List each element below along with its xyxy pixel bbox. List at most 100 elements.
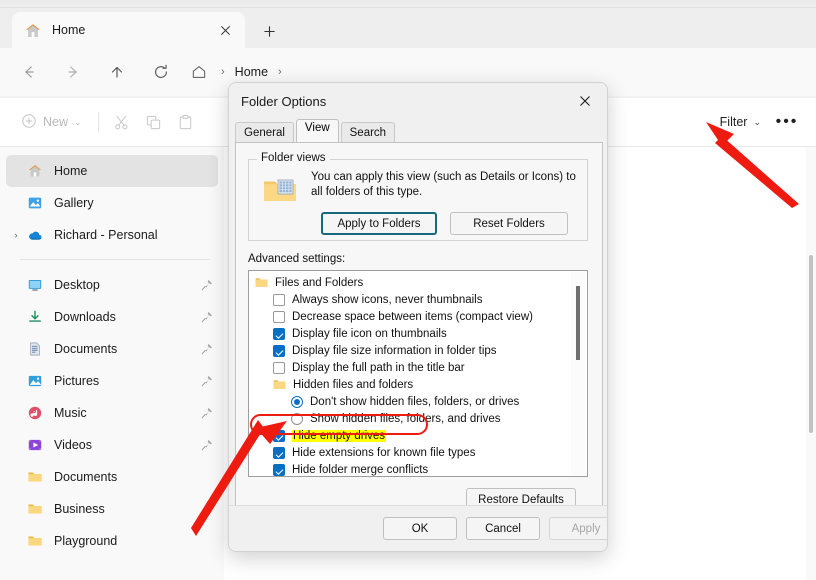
radio-button[interactable]: [291, 396, 303, 408]
sidebar-item-documents[interactable]: Documents: [6, 461, 218, 493]
screenshot-root: Home: [0, 0, 816, 580]
chevron-down-icon: ⌄: [753, 117, 761, 128]
close-icon[interactable]: [563, 86, 607, 116]
breadcrumb-separator-2[interactable]: ›: [273, 66, 287, 78]
pin-icon[interactable]: [196, 375, 218, 387]
sidebar-item-gallery[interactable]: Gallery: [6, 187, 218, 219]
content-scrollbar[interactable]: [806, 147, 816, 580]
up-button[interactable]: [100, 55, 134, 89]
display-the-full-path-in-the-title-bar-checkbox[interactable]: Display the full path in the title bar: [249, 359, 587, 376]
new-button-label: New: [43, 115, 68, 129]
sidebar-item-label: Documents: [54, 342, 196, 356]
cancel-button[interactable]: Cancel: [466, 517, 540, 540]
sidebar-item-business[interactable]: Business: [6, 493, 218, 525]
checkbox[interactable]: [273, 311, 285, 323]
copy-icon[interactable]: [138, 106, 170, 138]
hide-extensions-for-known-file-types-checkbox[interactable]: Hide extensions for known file types: [249, 444, 587, 461]
dialog-tab-general[interactable]: General: [235, 122, 294, 142]
home-icon: [26, 162, 44, 180]
hide-empty-drives-checkbox[interactable]: Hide empty drives: [249, 427, 587, 444]
folder-views-description: You can apply this view (such as Details…: [311, 170, 579, 200]
sidebar-item-desktop[interactable]: Desktop: [6, 269, 218, 301]
pin-icon[interactable]: [196, 407, 218, 419]
pin-icon[interactable]: [196, 311, 218, 323]
settings-item-label: Hide empty drives: [292, 430, 386, 442]
checkbox[interactable]: [273, 294, 285, 306]
sidebar-item-label: Videos: [54, 438, 196, 452]
download-icon: [26, 308, 44, 326]
close-icon[interactable]: [213, 18, 237, 42]
refresh-icon[interactable]: [144, 55, 178, 89]
sidebar-item-home[interactable]: Home: [6, 155, 218, 187]
desktop-icon: [26, 276, 44, 294]
settings-item-label: Files and Folders: [275, 277, 363, 289]
folder-views-legend: Folder views: [257, 152, 330, 164]
advanced-settings-list[interactable]: Files and Folders Always show icons, neve…: [248, 270, 588, 477]
settings-item-label: Always show icons, never thumbnails: [292, 294, 482, 306]
don-t-show-hidden-files-folders-or-drives-radio[interactable]: Don't show hidden files, folders, or dri…: [249, 393, 587, 410]
sidebar-item-documents[interactable]: Documents: [6, 333, 218, 365]
folder-icon: [255, 277, 269, 288]
always-show-icons-never-thumbnails-checkbox[interactable]: Always show icons, never thumbnails: [249, 291, 587, 308]
pin-icon[interactable]: [196, 439, 218, 451]
sidebar-item-pictures[interactable]: Pictures: [6, 365, 218, 397]
checkbox[interactable]: [273, 328, 285, 340]
sidebar-item-label: Documents: [54, 470, 196, 484]
chevron-down-icon: ⌄: [74, 117, 82, 128]
checkbox[interactable]: [273, 464, 285, 476]
dialog-tab-search[interactable]: Search: [341, 122, 395, 142]
checkbox[interactable]: [273, 345, 285, 357]
checkbox[interactable]: [273, 362, 285, 374]
tab-home[interactable]: Home: [12, 12, 245, 48]
sidebar-item-playground[interactable]: Playground: [6, 525, 218, 557]
sidebar-item-label: Playground: [54, 534, 196, 548]
content-scrollbar-thumb[interactable]: [809, 255, 813, 433]
settings-item-label: Don't show hidden files, folders, or dri…: [310, 396, 519, 408]
checkbox[interactable]: [273, 430, 285, 442]
radio-button[interactable]: [291, 413, 303, 425]
dialog-footer: OK Cancel Apply: [229, 505, 608, 551]
chevron-right-icon[interactable]: ›: [6, 230, 26, 240]
display-file-size-information-in-folder-tips-checkbox[interactable]: Display file size information in folder …: [249, 342, 587, 359]
reset-folders-button[interactable]: Reset Folders: [450, 212, 568, 235]
home-outline-icon[interactable]: [184, 58, 214, 86]
pin-icon[interactable]: [196, 279, 218, 291]
dialog-tab-view[interactable]: View: [296, 119, 339, 142]
sidebar-item-label: Business: [54, 502, 196, 516]
settings-group-hidden-files-and-folders: Hidden files and folders: [249, 376, 587, 393]
pin-icon[interactable]: [196, 343, 218, 355]
apply-button: Apply: [549, 517, 608, 540]
sidebar-item-label: Pictures: [54, 374, 196, 388]
checkbox[interactable]: [273, 447, 285, 459]
folder-icon: [26, 468, 44, 486]
apply-to-folders-button[interactable]: Apply to Folders: [321, 212, 437, 235]
videos-icon: [26, 436, 44, 454]
breadcrumb-home-label[interactable]: Home: [232, 65, 271, 79]
sidebar-item-videos[interactable]: Videos: [6, 429, 218, 461]
filter-button[interactable]: Filter ⌄: [711, 106, 770, 138]
show-hidden-files-folders-and-drives-radio[interactable]: Show hidden files, folders, and drives: [249, 410, 587, 427]
command-bar-right: Filter ⌄ •••: [711, 106, 816, 138]
new-tab-button[interactable]: [256, 18, 282, 44]
pictures-icon: [26, 372, 44, 390]
hide-folder-merge-conflicts-checkbox[interactable]: Hide folder merge conflicts: [249, 461, 587, 477]
folder-view-icon: [263, 176, 297, 209]
sidebar-item-music[interactable]: Music: [6, 397, 218, 429]
forward-button[interactable]: [56, 55, 90, 89]
ok-button[interactable]: OK: [383, 517, 457, 540]
cut-icon[interactable]: [106, 106, 138, 138]
dialog-title: Folder Options: [229, 94, 563, 109]
new-button[interactable]: New ⌄: [12, 106, 91, 138]
display-file-icon-on-thumbnails-checkbox[interactable]: Display file icon on thumbnails: [249, 325, 587, 342]
decrease-space-between-items-compact-view--checkbox[interactable]: Decrease space between items (compact vi…: [249, 308, 587, 325]
more-options-button[interactable]: •••: [770, 106, 804, 138]
back-button[interactable]: [12, 55, 46, 89]
settings-item-label: Display file size information in folder …: [292, 345, 497, 357]
tab-strip: Home: [0, 8, 816, 48]
sidebar-item-richard-personal[interactable]: ›Richard - Personal: [6, 219, 218, 251]
sidebar-item-label: Gallery: [54, 196, 196, 210]
sidebar-item-downloads[interactable]: Downloads: [6, 301, 218, 333]
paste-icon[interactable]: [170, 106, 202, 138]
settings-item-label: Hide folder merge conflicts: [292, 464, 428, 476]
toolbar-divider: [98, 112, 99, 132]
